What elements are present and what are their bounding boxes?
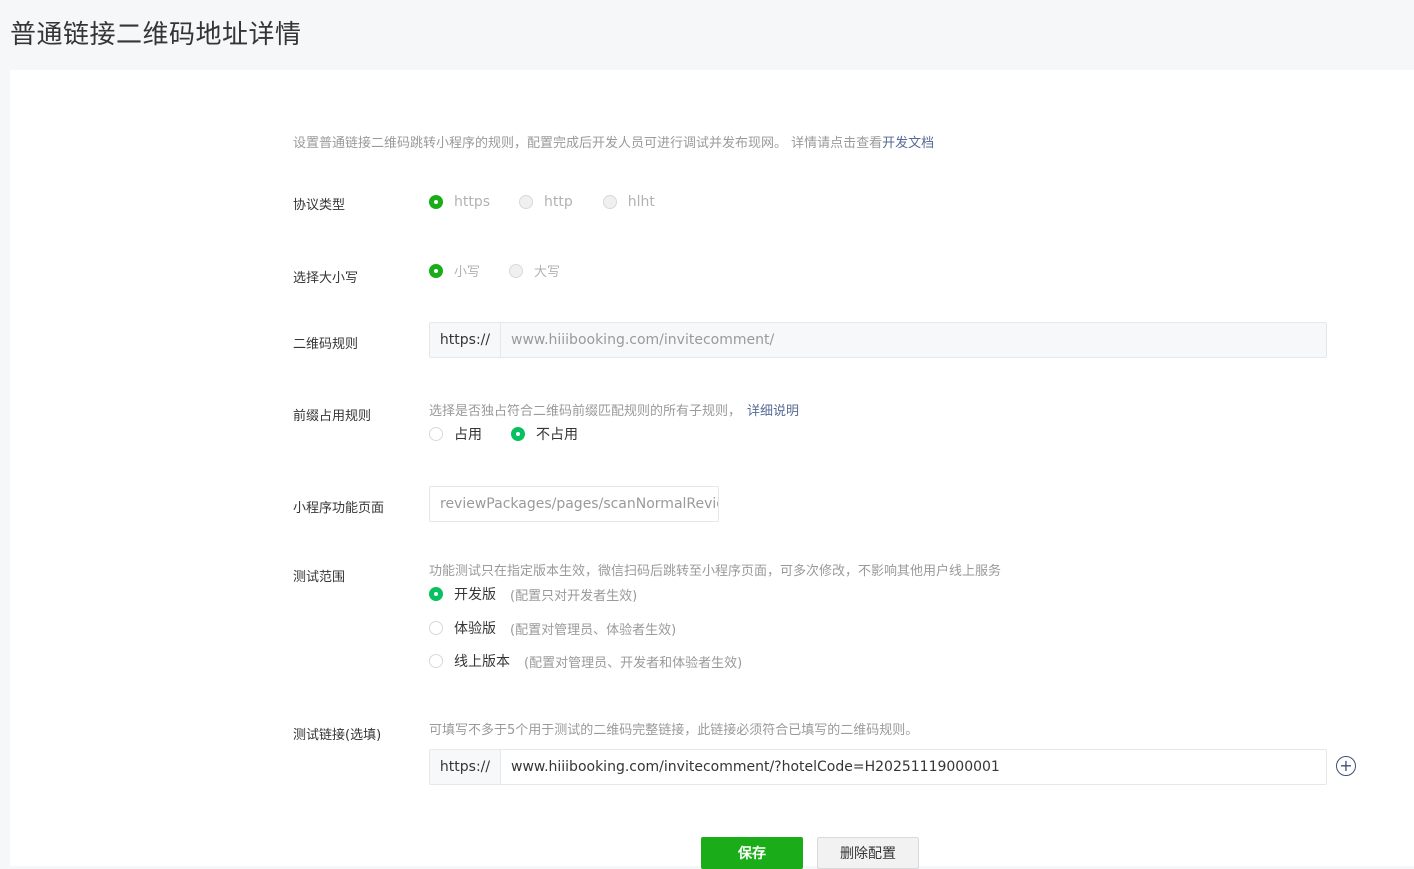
protocol-option-http[interactable]: http [519, 194, 573, 210]
prefix-option-occupy[interactable]: 占用 [429, 424, 482, 444]
radio-unchecked-icon [519, 195, 534, 209]
radio-checked-icon [429, 195, 443, 209]
scope-option-dev[interactable]: 开发版 (配置只对开发者生效) [429, 584, 637, 604]
test-link-label: 测试链接(选填) [293, 728, 382, 743]
qr-rule-field: https:// www.hiiibooking.com/invitecomme… [429, 322, 1327, 358]
radio-unchecked-icon [429, 621, 443, 635]
plus-circle-icon[interactable]: + [1336, 756, 1356, 776]
test-link-prefix: https:// [430, 750, 501, 784]
save-button[interactable]: 保存 [701, 837, 803, 869]
protocol-label: 协议类型 [293, 198, 346, 213]
dev-docs-link[interactable]: 开发文档 [882, 136, 934, 151]
test-link-input[interactable]: www.hiiibooking.com/invitecomment/?hotel… [501, 750, 1326, 784]
intro-text: 设置普通链接二维码跳转小程序的规则，配置完成后开发人员可进行调试并发布现网。 详… [293, 132, 934, 151]
case-radio-group: 小写 大写 [429, 261, 560, 280]
protocol-option-https[interactable]: https [429, 194, 490, 210]
prefix-rule-label: 前缀占用规则 [293, 409, 372, 424]
details-link[interactable]: 详细说明 [747, 404, 799, 419]
radio-unchecked-icon [429, 427, 443, 441]
radio-checked-icon [429, 587, 443, 601]
qr-rule-value: www.hiiibooking.com/invitecomment/ [511, 332, 775, 348]
page-path-input[interactable]: reviewPackages/pages/scanNormalReview [429, 486, 719, 522]
test-scope-label: 测试范围 [293, 570, 346, 585]
test-link-field: https:// www.hiiibooking.com/invitecomme… [429, 749, 1327, 785]
prefix-rule-desc: 选择是否独占符合二维码前缀匹配规则的所有子规则， 详细说明 [429, 400, 799, 419]
radio-unchecked-icon [509, 263, 524, 278]
radio-unchecked-icon [602, 195, 617, 209]
config-card: 设置普通链接二维码跳转小程序的规则，配置完成后开发人员可进行调试并发布现网。 详… [10, 70, 1414, 869]
intro-description: 设置普通链接二维码跳转小程序的规则，配置完成后开发人员可进行调试并发布现网。 详… [293, 136, 883, 151]
prefix-rule-desc-text: 选择是否独占符合二维码前缀匹配规则的所有子规则， [429, 404, 742, 419]
case-option-lower[interactable]: 小写 [429, 261, 480, 280]
protocol-radio-group: https http hlht [429, 194, 655, 210]
prefix-option-not-occupy[interactable]: 不占用 [511, 424, 578, 444]
test-link-desc: 可填写不多于5个用于测试的二维码完整链接，此链接必须符合已填写的二维码规则。 [429, 723, 919, 738]
prefix-rule-radio-group: 占用 不占用 [429, 424, 578, 444]
delete-config-button[interactable]: 删除配置 [817, 837, 919, 869]
case-label: 选择大小写 [293, 271, 359, 286]
test-scope-desc: 功能测试只在指定版本生效，微信扫码后跳转至小程序页面，可多次修改，不影响其他用户… [429, 564, 1002, 579]
page-title: 普通链接二维码地址详情 [10, 20, 302, 50]
radio-checked-icon [511, 427, 525, 441]
scope-option-online[interactable]: 线上版本 (配置对管理员、开发者和体验者生效) [429, 651, 742, 671]
case-option-upper[interactable]: 大写 [509, 261, 560, 280]
qr-rule-prefix: https:// [430, 323, 501, 357]
radio-unchecked-icon [429, 654, 443, 668]
radio-checked-icon [429, 263, 443, 278]
qr-rule-label: 二维码规则 [293, 337, 359, 352]
protocol-option-hlht[interactable]: hlht [602, 194, 655, 210]
page-path-label: 小程序功能页面 [293, 501, 385, 516]
scope-option-trial[interactable]: 体验版 (配置对管理员、体验者生效) [429, 618, 676, 638]
